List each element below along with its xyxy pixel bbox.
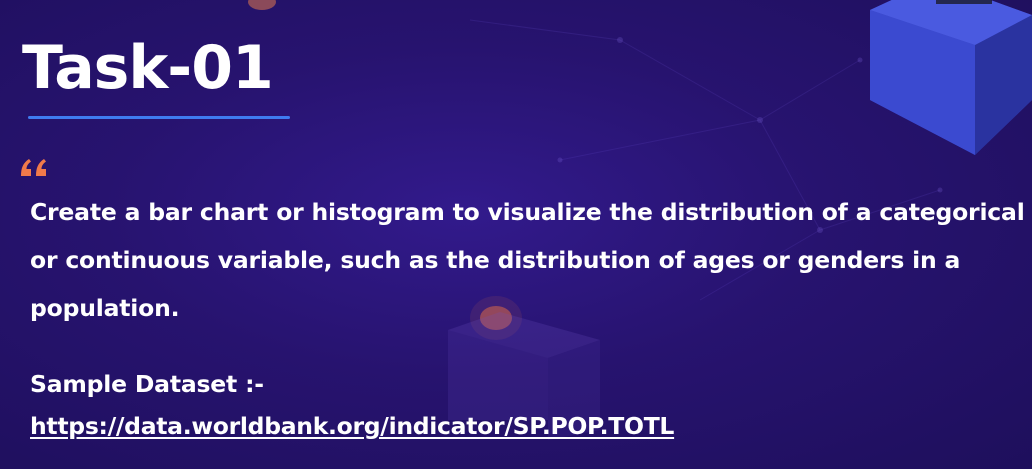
- task-description: Create a bar chart or histogram to visua…: [30, 198, 1025, 322]
- top-edge-tab: [936, 0, 992, 4]
- page-title: Task-01: [22, 33, 274, 103]
- cube-shape: [870, 0, 1032, 155]
- title-underline: [28, 116, 290, 119]
- dataset-link[interactable]: https://data.worldbank.org/indicator/SP.…: [30, 404, 674, 448]
- dataset-label: Sample Dataset :-: [30, 370, 264, 398]
- quote-mark-icon: [21, 159, 46, 176]
